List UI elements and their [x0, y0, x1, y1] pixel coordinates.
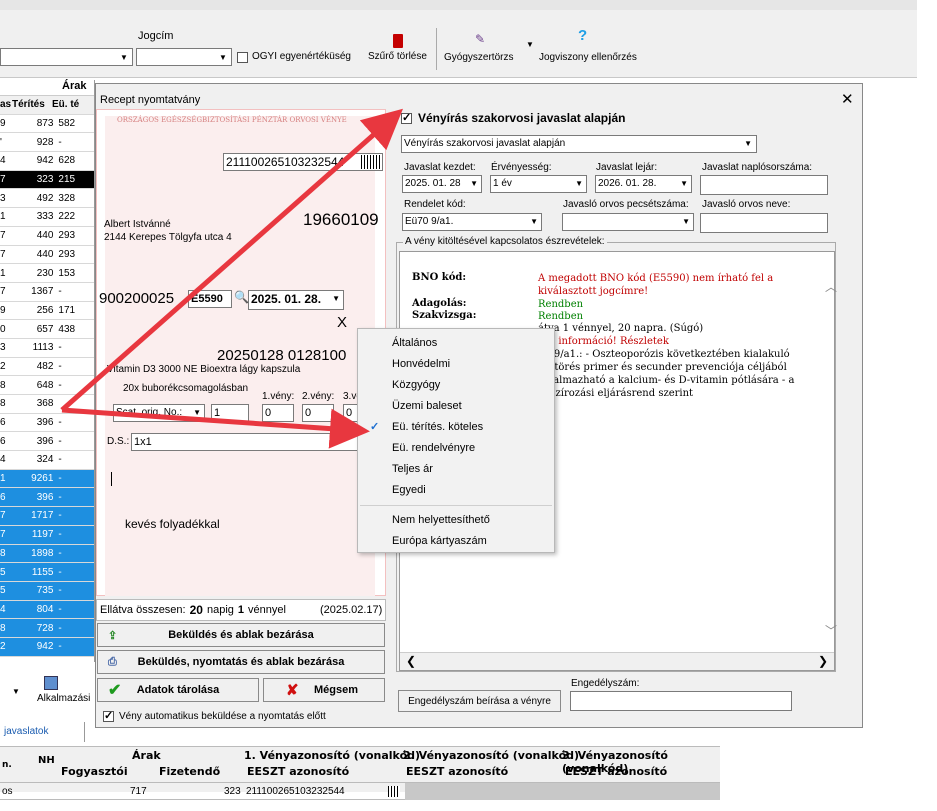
arrow-to-menu — [61, 407, 370, 449]
annotation-arrows — [60, 108, 403, 449]
arrow-to-szakorvosi — [60, 108, 403, 412]
